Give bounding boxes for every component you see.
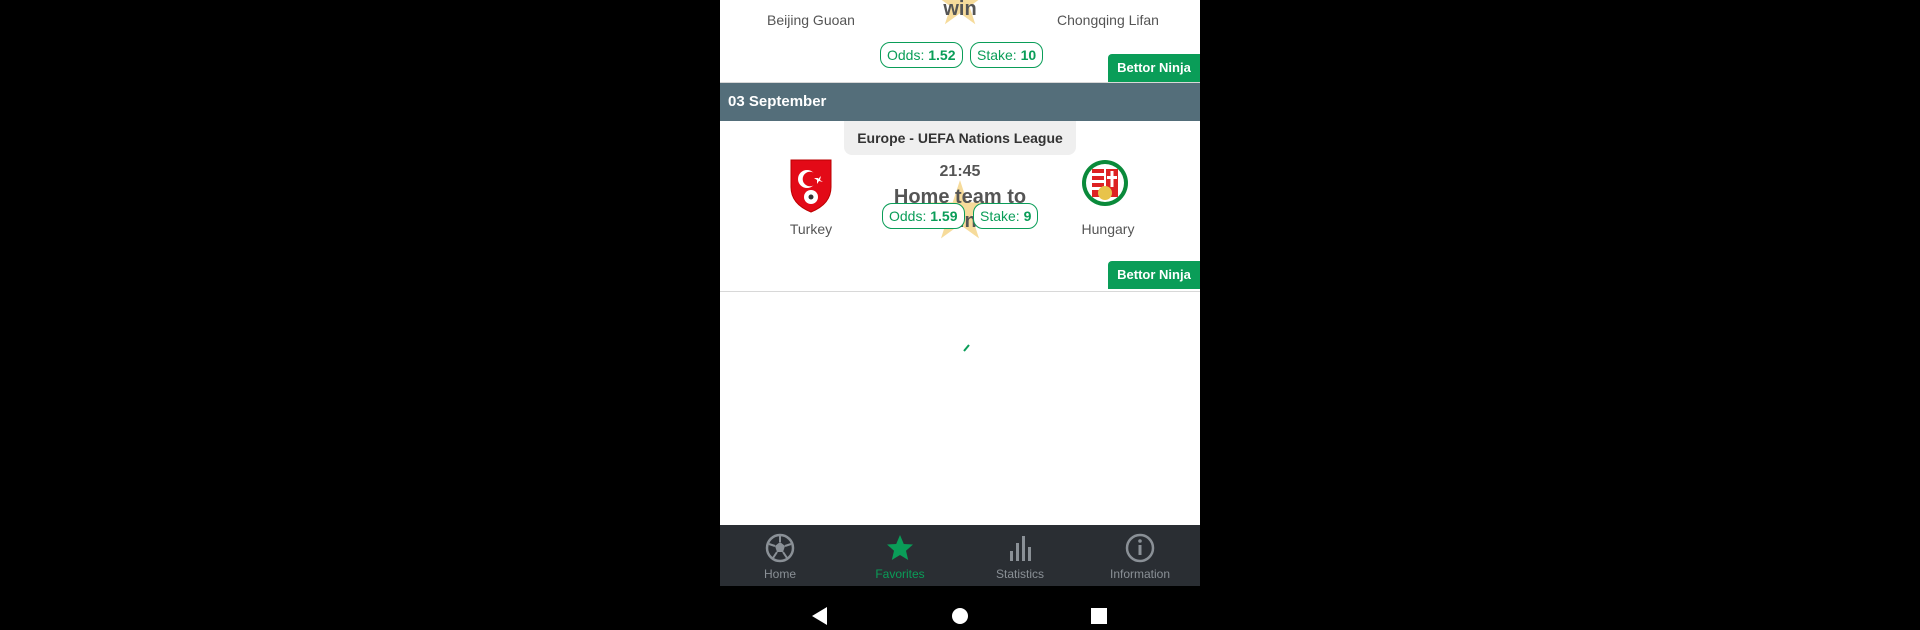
date-header: 03 September: [720, 83, 1200, 121]
nav-label: Statistics: [995, 567, 1044, 581]
system-navigation-bar: [720, 586, 1200, 630]
nav-item-favorites[interactable]: Favorites: [840, 525, 960, 586]
hungary-crest-icon: [1082, 160, 1128, 206]
stake-pill: Stake: 10: [970, 42, 1044, 68]
bottom-navigation: Home Favorites Statistics Information: [720, 525, 1200, 586]
turkey-crest-icon: [790, 159, 832, 213]
info-icon: [1125, 533, 1155, 563]
nav-label: Information: [1109, 567, 1171, 581]
odds-pill: Odds: 1.52: [880, 42, 963, 68]
team-crest-icon: [1100, 0, 1116, 6]
nav-label: Favorites: [875, 567, 925, 581]
nav-item-information[interactable]: Information: [1080, 525, 1200, 586]
stake-value: 9: [1023, 208, 1032, 224]
odds-value: 1.59: [930, 208, 958, 224]
soccer-ball-icon: [765, 533, 795, 563]
stake-value: 10: [1020, 47, 1037, 63]
match-time: 21:45: [939, 163, 981, 180]
star-icon: [887, 535, 913, 560]
recents-square-icon[interactable]: [1091, 608, 1107, 624]
home-team-name: Turkey: [789, 221, 833, 237]
away-team-name: Chongqing Lifan: [1057, 12, 1159, 28]
team-crest-icon: [803, 0, 819, 6]
match-card[interactable]: Europe - UEFA Nations League Turkey ★ 21…: [720, 121, 1200, 292]
back-icon[interactable]: [812, 607, 828, 625]
away-team-name: Hungary: [1081, 221, 1135, 237]
odds-label: Odds:: [889, 208, 927, 224]
stake-pill: Stake: 9: [973, 203, 1039, 229]
pick-text: win: [943, 0, 977, 20]
nav-label: Home: [763, 567, 796, 581]
league-label: Europe - UEFA Nations League: [844, 121, 1076, 155]
tipster-badge[interactable]: Bettor Ninja: [1108, 54, 1200, 82]
odds-label: Odds:: [887, 47, 925, 63]
stake-label: Stake:: [980, 208, 1020, 224]
home-circle-icon[interactable]: [952, 608, 968, 624]
nav-item-home[interactable]: Home: [720, 525, 840, 586]
match-card[interactable]: Beijing Guoan Chongqing Lifan ★ win Odds…: [720, 0, 1200, 83]
loading-spinner-icon: [963, 344, 970, 352]
bar-chart-icon: [1010, 536, 1031, 561]
home-team-name: Beijing Guoan: [767, 12, 855, 28]
nav-item-statistics[interactable]: Statistics: [960, 525, 1080, 586]
tipster-badge[interactable]: Bettor Ninja: [1108, 261, 1200, 289]
stake-label: Stake:: [977, 47, 1017, 63]
odds-pill: Odds: 1.59: [882, 203, 965, 229]
odds-value: 1.52: [928, 47, 956, 63]
app-screen: Beijing Guoan Chongqing Lifan ★ win Odds…: [720, 0, 1200, 586]
